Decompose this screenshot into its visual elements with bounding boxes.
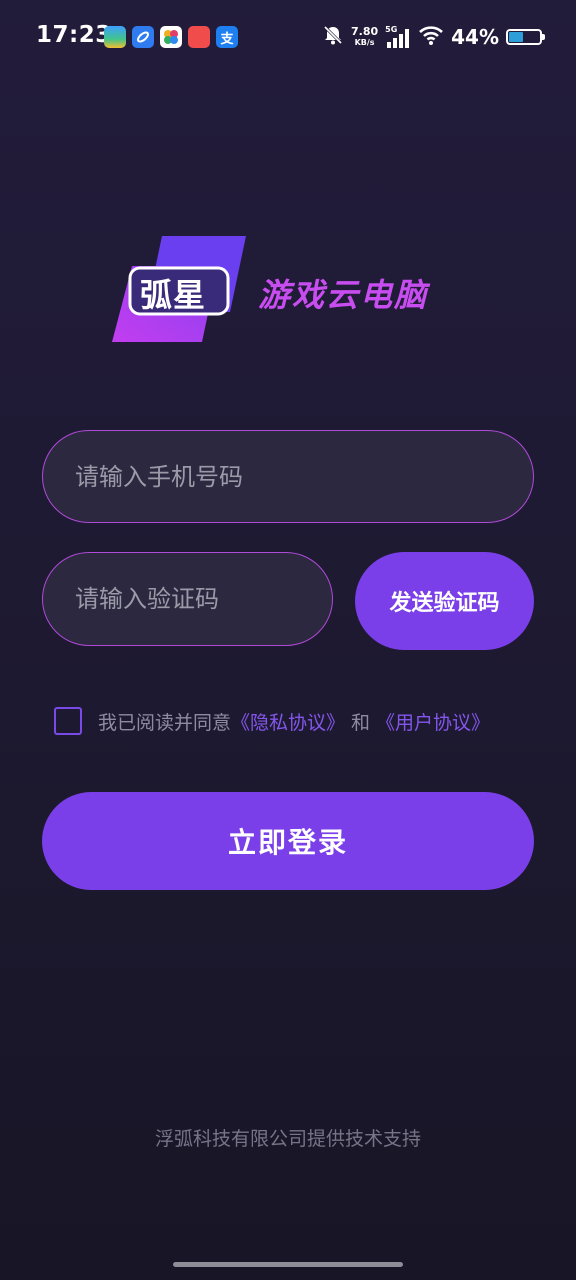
footer-credit: 浮弧科技有限公司提供技术支持: [154, 1128, 421, 1150]
browser-app-icon: [132, 26, 154, 48]
agreement-row: 我已阅读并同意 《隐私协议》 和 《用户协议》: [54, 705, 490, 737]
battery-icon: [506, 29, 545, 45]
agreement-text: 我已阅读并同意: [98, 711, 232, 734]
battery-percent: 44%: [451, 25, 499, 49]
network-speed: 7.80 KB/s: [351, 26, 378, 48]
network-speed-value: 7.80: [350, 25, 379, 38]
logo-badge-text: 弧星: [140, 276, 207, 314]
battery-fill: [509, 32, 524, 42]
user-agreement-link[interactable]: 《用户协议》: [376, 708, 490, 735]
phone-field[interactable]: [42, 430, 534, 523]
verification-code-field[interactable]: [42, 552, 333, 646]
phone-input[interactable]: [73, 461, 533, 492]
alipay-app-icon: 支: [216, 26, 238, 48]
status-right-group: 7.80 KB/s 5G 44%: [322, 24, 545, 50]
status-time: 17:23: [36, 22, 112, 48]
agreement-checkbox[interactable]: [54, 707, 82, 735]
privacy-policy-link[interactable]: 《隐私协议》: [231, 708, 345, 735]
notification-app-icons: 支: [104, 26, 238, 48]
weather-app-icon: [104, 26, 126, 48]
mute-bell-icon: [322, 24, 344, 50]
login-button[interactable]: 立即登录: [42, 792, 534, 890]
network-speed-unit: KB/s: [354, 38, 375, 47]
send-code-button[interactable]: 发送验证码: [355, 552, 534, 650]
verification-code-input[interactable]: [73, 584, 332, 614]
status-bar: 17:23 支 7.80 KB/s 5G 44%: [0, 0, 576, 76]
agreement-and-text: 和: [351, 711, 371, 734]
wifi-icon: [418, 24, 444, 50]
home-indicator[interactable]: [173, 1262, 403, 1267]
app-logo: 弧星 游戏云电脑: [110, 236, 470, 342]
huawei-app-icon: [188, 26, 210, 48]
network-type: 5G: [385, 25, 398, 34]
logo-title: 游戏云电脑: [258, 276, 429, 314]
cellular-signal: 5G: [385, 25, 411, 49]
gallery-app-icon: [160, 26, 182, 48]
